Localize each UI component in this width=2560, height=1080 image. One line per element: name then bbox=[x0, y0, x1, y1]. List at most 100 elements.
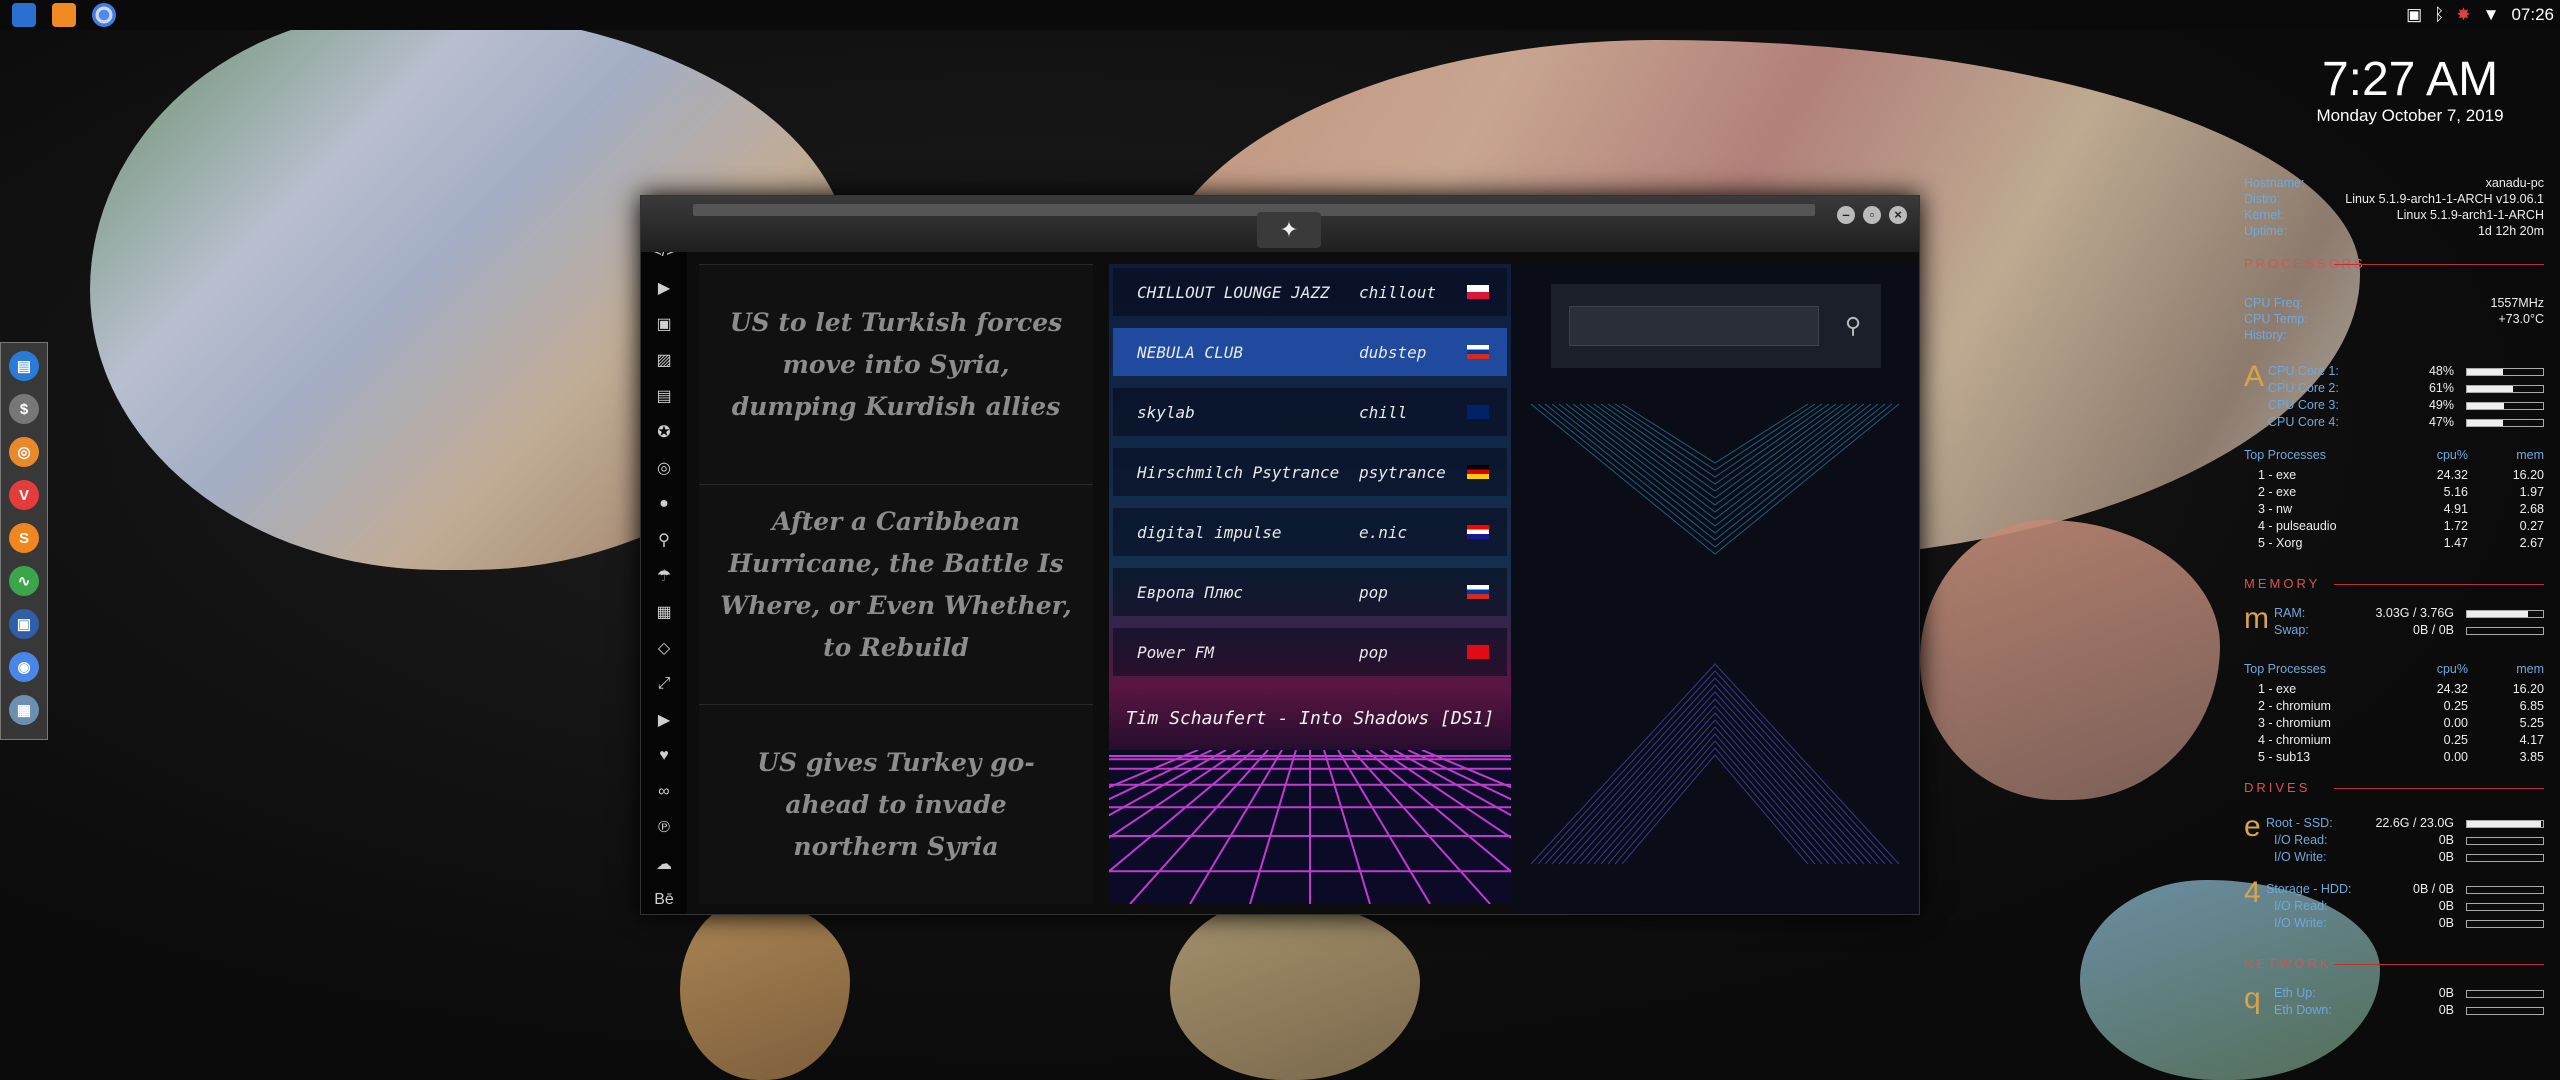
grid-icon[interactable]: ▦ bbox=[9, 695, 39, 725]
behance-icon[interactable]: Bē bbox=[641, 886, 687, 914]
expand-icon[interactable]: ⤢ bbox=[641, 670, 687, 698]
news-icon[interactable]: ▤ bbox=[641, 382, 687, 410]
copy-icon[interactable]: ▣ bbox=[641, 310, 687, 338]
hexagon-icon[interactable]: ◎ bbox=[641, 454, 687, 482]
heartbeat-icon[interactable]: ∿ bbox=[9, 566, 39, 596]
io-read-value: 0B bbox=[2438, 899, 2454, 913]
section-rule bbox=[2334, 584, 2544, 585]
flag-icon bbox=[1467, 285, 1489, 299]
process-mem: 2.68 bbox=[2519, 502, 2544, 516]
image-icon[interactable]: ▨ bbox=[641, 346, 687, 374]
settings-icon[interactable]: ✪ bbox=[641, 418, 687, 446]
files-icon[interactable] bbox=[12, 3, 36, 27]
system-tray: ▣ ᛒ ✸ ▼ 07:26 bbox=[2406, 0, 2554, 30]
eth-up-label: Eth Up: bbox=[2274, 986, 2316, 1000]
io-read-bar bbox=[2466, 837, 2544, 845]
warning-icon[interactable]: ✸ bbox=[2456, 5, 2470, 25]
s-app-icon[interactable]: S bbox=[9, 523, 39, 553]
image-icon[interactable]: ▣ bbox=[2406, 5, 2422, 25]
news-item[interactable]: After a Caribbean Hurricane, the Battle … bbox=[699, 484, 1093, 684]
station-row[interactable]: Hirschmilch Psytrance psytrance bbox=[1113, 448, 1507, 496]
wifi-icon[interactable]: ▼ bbox=[2483, 5, 2500, 25]
flag-icon bbox=[1467, 405, 1489, 419]
system-info-value: xanadu-pc bbox=[2485, 176, 2544, 190]
news-headline[interactable]: After a Caribbean Hurricane, the Battle … bbox=[719, 501, 1073, 669]
news-headline[interactable]: US gives Turkey go-ahead to invade north… bbox=[719, 742, 1073, 868]
title-bar-groove bbox=[693, 204, 1815, 216]
globe-icon[interactable]: ● bbox=[641, 490, 687, 518]
flag-icon bbox=[1467, 465, 1489, 479]
cpu-core-value: 61% bbox=[2428, 381, 2454, 395]
news-item[interactable]: US to let Turkish forces move into Syria… bbox=[699, 264, 1093, 464]
storage-drive-bar bbox=[2466, 886, 2544, 894]
system-info-row: Kernel: Linux 5.1.9-arch1-1-ARCH bbox=[2244, 208, 2544, 224]
system-info-row: Distro: Linux 5.1.9-arch1-1-ARCH v19.06.1 bbox=[2244, 192, 2544, 208]
search-input[interactable] bbox=[1569, 306, 1819, 346]
close-button[interactable]: × bbox=[1889, 206, 1907, 224]
topbar-clock[interactable]: 07:26 bbox=[2511, 5, 2554, 25]
news-headline[interactable]: US to let Turkish forces move into Syria… bbox=[719, 302, 1073, 428]
search-icon[interactable]: ⚲ bbox=[641, 526, 687, 554]
app-store-icon[interactable]: ▤ bbox=[9, 351, 39, 381]
contact-icon[interactable]: ▦ bbox=[641, 598, 687, 626]
process-name: 1 - exe bbox=[2258, 468, 2297, 482]
dock: ▤ $ ◎ V S ∿ ▣ ◉ ▦ bbox=[0, 342, 48, 740]
station-genre: chill bbox=[1359, 402, 1408, 422]
cpu-core-row: CPU Core 4: 47% bbox=[2244, 415, 2544, 431]
root-write-row: I/O Write: 0B bbox=[2244, 850, 2544, 866]
title-bar[interactable]: ✦ – ▫ × bbox=[641, 196, 1919, 252]
io-write-bar bbox=[2466, 920, 2544, 928]
cpu-freq-row: CPU Freq: 1557MHz bbox=[2244, 296, 2544, 312]
swap-value: 0B / 0B bbox=[2413, 623, 2454, 637]
process-cpu: 24.32 bbox=[2436, 682, 2468, 696]
cpu-core-label: CPU Core 3: bbox=[2268, 398, 2339, 412]
cpu-history-row: History: bbox=[2244, 328, 2544, 344]
section-header: NETWORK bbox=[2244, 956, 2332, 971]
news-item[interactable]: US gives Turkey go-ahead to invade north… bbox=[699, 704, 1093, 904]
storage-drive-label: Storage - HDD: bbox=[2266, 882, 2352, 896]
minimize-button[interactable]: – bbox=[1837, 206, 1855, 224]
umbrella-icon[interactable]: ☂ bbox=[641, 562, 687, 590]
tag-icon[interactable]: ◇ bbox=[641, 634, 687, 662]
io-read-label: I/O Read: bbox=[2274, 833, 2328, 847]
section-header: DRIVES bbox=[2244, 780, 2311, 795]
process-name: 3 - nw bbox=[2258, 502, 2293, 516]
maximize-button[interactable]: ▫ bbox=[1863, 206, 1881, 224]
top-processes-header: Top Processes cpu% mem bbox=[2244, 662, 2544, 678]
dollar-icon[interactable]: $ bbox=[9, 394, 39, 424]
pinterest-icon[interactable]: ℗ bbox=[641, 814, 687, 842]
system-info-label: Uptime: bbox=[2244, 224, 2288, 238]
ubuntu-icon[interactable]: ◎ bbox=[9, 437, 39, 467]
cpu-core-label: CPU Core 2: bbox=[2268, 381, 2339, 395]
io-write-label: I/O Write: bbox=[2274, 916, 2327, 930]
bluetooth-icon[interactable]: ᛒ bbox=[2434, 5, 2444, 25]
station-row[interactable]: CHILLOUT LOUNGE JAZZ chillout bbox=[1113, 268, 1507, 316]
heart-icon[interactable]: ♥ bbox=[641, 742, 687, 770]
youtube-icon[interactable]: ▶ bbox=[641, 706, 687, 734]
vivaldi-icon[interactable]: V bbox=[9, 480, 39, 510]
process-cpu: 0.00 bbox=[2443, 750, 2468, 764]
chromium-icon[interactable] bbox=[92, 3, 116, 27]
station-row[interactable]: digital impulse e.nic bbox=[1113, 508, 1507, 556]
station-row[interactable]: Европа Плюс pop bbox=[1113, 568, 1507, 616]
top-processes-label: Top Processes bbox=[2244, 662, 2326, 676]
station-row[interactable]: NEBULA CLUB dubstep bbox=[1113, 328, 1507, 376]
cloud-icon[interactable]: ☁ bbox=[641, 850, 687, 878]
process-row: 5 - sub13 0.00 3.85 bbox=[2244, 750, 2544, 766]
infinity-icon[interactable]: ∞ bbox=[641, 778, 687, 806]
process-cpu: 4.91 bbox=[2443, 502, 2468, 516]
play-icon[interactable]: ▶ bbox=[641, 274, 687, 302]
io-read-value: 0B bbox=[2438, 833, 2454, 847]
sublime-icon[interactable] bbox=[52, 3, 76, 27]
search-icon[interactable]: ⚲ bbox=[1833, 306, 1873, 346]
terminal-screen-icon[interactable]: ▣ bbox=[9, 609, 39, 639]
chrome-icon[interactable]: ◉ bbox=[9, 652, 39, 682]
station-row[interactable]: Power FM pop bbox=[1113, 628, 1507, 676]
process-name: 1 - exe bbox=[2258, 682, 2297, 696]
conky-monitor: Hostname: xanadu-pc Distro: Linux 5.1.9-arc… bbox=[2244, 150, 2544, 1080]
io-read-bar bbox=[2466, 903, 2544, 911]
process-cpu: 24.32 bbox=[2436, 468, 2468, 482]
station-row[interactable]: skylab chill bbox=[1113, 388, 1507, 436]
process-row: 3 - nw 4.91 2.68 bbox=[2244, 502, 2544, 518]
rebel-logo-icon: ✦ bbox=[1257, 212, 1321, 248]
